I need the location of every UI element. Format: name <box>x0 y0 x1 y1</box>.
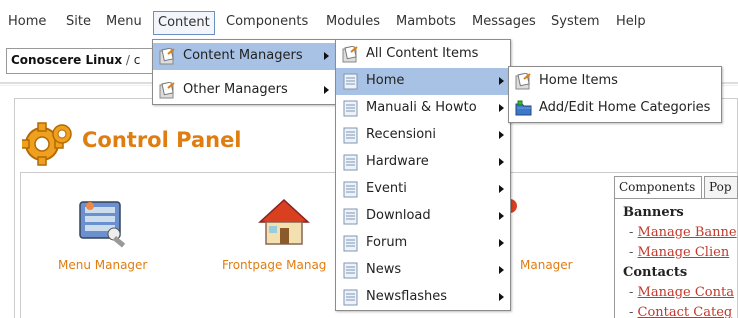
menu-item-manuali-howto[interactable]: Manuali & Howto <box>336 95 510 122</box>
document-icon <box>343 208 358 225</box>
section-banners: Banners <box>623 205 684 220</box>
control-panel-gear-icon <box>22 122 72 166</box>
submenu-arrow-icon <box>499 293 504 301</box>
menu-home[interactable]: Home <box>4 11 50 35</box>
menu-item-label: Download <box>366 208 431 223</box>
document-icon <box>343 181 358 198</box>
submenu-arrow-icon <box>324 52 329 60</box>
submenu-arrow-icon <box>499 104 504 112</box>
menu-site[interactable]: Site <box>62 11 95 35</box>
content-icon <box>342 46 358 63</box>
tab-components[interactable]: Components <box>614 176 702 199</box>
breadcrumb-site[interactable]: Conoscere Linux <box>11 53 122 67</box>
page-title: Control Panel <box>82 128 242 152</box>
folder-icon <box>515 100 532 116</box>
document-icon <box>343 154 358 171</box>
menu-item-download[interactable]: Download <box>336 203 510 230</box>
document-icon <box>343 235 358 252</box>
submenu-arrow-icon <box>499 131 504 139</box>
menu-item-news[interactable]: News <box>336 257 510 284</box>
menu-item-home[interactable]: Home <box>336 68 510 95</box>
submenu-arrow-icon <box>499 158 504 166</box>
submenu-arrow-icon <box>499 239 504 247</box>
menu-item-eventi[interactable]: Eventi <box>336 176 510 203</box>
menu-item-all-content-items[interactable]: All Content Items <box>336 41 510 68</box>
breadcrumb-separator: / <box>125 53 130 67</box>
menu-item-label: Other Managers <box>183 82 288 97</box>
content-dropdown: Content Managers Other Managers <box>152 39 336 105</box>
link-contact-categories[interactable]: - Contact Categ <box>629 305 732 318</box>
menu-item-hardware[interactable]: Hardware <box>336 149 510 176</box>
document-icon <box>343 127 358 144</box>
menu-item-forum[interactable]: Forum <box>336 230 510 257</box>
menu-item-label: News <box>366 262 402 277</box>
menu-components[interactable]: Components <box>222 11 312 35</box>
tab-popular[interactable]: Pop <box>704 176 738 198</box>
section-contacts: Contacts <box>623 265 688 280</box>
menu-item-content-managers[interactable]: Content Managers <box>153 43 335 70</box>
link-manage-clients[interactable]: - Manage Clien <box>629 245 729 260</box>
content-icon <box>159 48 175 65</box>
tab-body: Banners - Manage Banne - Manage Clien Co… <box>614 198 738 318</box>
menu-mambots[interactable]: Mambots <box>392 11 460 35</box>
menu-item-label: All Content Items <box>366 46 479 61</box>
menu-item-newsflashes[interactable]: Newsflashes <box>336 284 510 311</box>
top-menubar: Home Site Menu Content Components Module… <box>0 0 738 40</box>
menu-item-label: Newsflashes <box>366 289 448 304</box>
menu-item-label: Eventi <box>366 181 407 196</box>
document-icon <box>343 73 358 90</box>
menu-item-label: Hardware <box>366 154 429 169</box>
frontpage-manager-icon[interactable] <box>256 196 312 250</box>
frontpage-manager-label[interactable]: Frontpage Manag <box>222 258 326 272</box>
link-manage-contacts[interactable]: - Manage Conta <box>629 285 734 300</box>
menu-item-label: Home <box>366 73 405 88</box>
document-icon <box>343 262 358 279</box>
content-icon <box>515 73 531 90</box>
submenu-arrow-icon <box>324 86 329 94</box>
menu-item-label: Home Items <box>539 73 618 88</box>
home-submenu: Home Items Add/Edit Home Categories <box>508 66 722 123</box>
menu-item-other-managers[interactable]: Other Managers <box>153 77 335 104</box>
document-icon <box>343 100 358 117</box>
menu-item-recensioni[interactable]: Recensioni <box>336 122 510 149</box>
menu-system[interactable]: System <box>547 11 603 35</box>
breadcrumb-rest[interactable]: c <box>134 53 141 67</box>
link-manage-banners[interactable]: - Manage Banne <box>629 225 737 240</box>
content-managers-submenu: All Content Items Home Manuali & Howto R… <box>335 39 511 311</box>
breadcrumb-text: Conoscere Linux / c <box>11 53 140 67</box>
menu-menu[interactable]: Menu <box>102 11 146 35</box>
document-icon <box>343 289 358 306</box>
submenu-arrow-icon <box>499 77 504 85</box>
menu-item-label: Forum <box>366 235 408 250</box>
manager-label[interactable]: Manager <box>520 258 573 272</box>
menu-modules[interactable]: Modules <box>322 11 384 35</box>
breadcrumb: Conoscere Linux / c <box>6 48 158 74</box>
menu-item-home-items[interactable]: Home Items <box>509 68 721 95</box>
submenu-arrow-icon <box>499 212 504 220</box>
side-tabs-panel: Components Pop Banners - Manage Banne - … <box>614 176 738 318</box>
menu-manager-label[interactable]: Menu Manager <box>58 258 147 272</box>
menu-item-add-edit-home-categories[interactable]: Add/Edit Home Categories <box>509 95 721 122</box>
submenu-arrow-icon <box>499 266 504 274</box>
menu-messages[interactable]: Messages <box>468 11 540 35</box>
submenu-arrow-icon <box>499 185 504 193</box>
menu-item-label: Recensioni <box>366 127 437 142</box>
menu-item-label: Content Managers <box>183 48 303 63</box>
menu-manager-icon[interactable] <box>76 198 132 250</box>
menu-content[interactable]: Content <box>153 11 215 35</box>
menu-item-label: Add/Edit Home Categories <box>539 100 711 115</box>
menu-item-label: Manuali & Howto <box>366 100 477 115</box>
menu-help[interactable]: Help <box>612 11 650 35</box>
content-icon <box>159 82 175 99</box>
